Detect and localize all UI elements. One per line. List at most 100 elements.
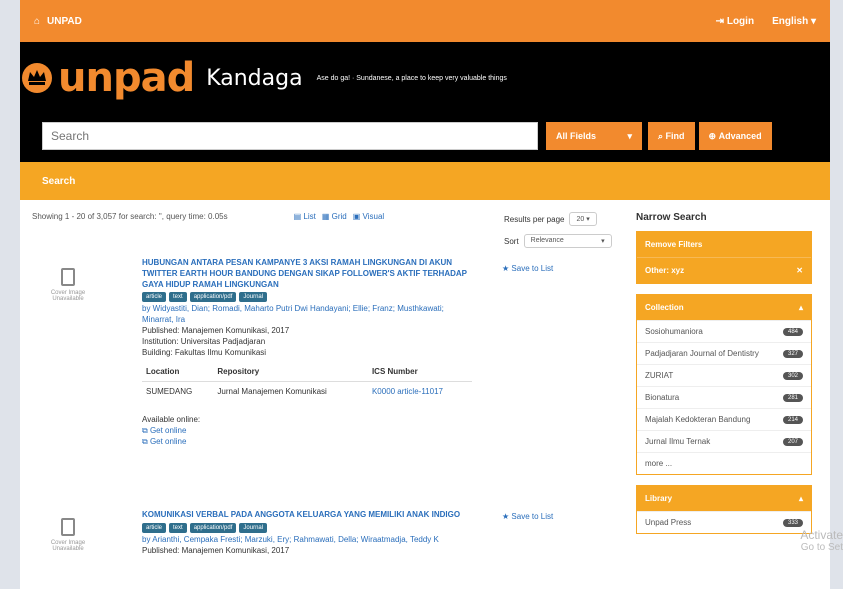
rpp-select[interactable]: 20 ▾ [569, 212, 597, 226]
published: Published: Manajemen Komunikasi, 2017 [142, 326, 290, 336]
find-button[interactable]: ⌕ Find [648, 122, 695, 150]
format-tag: Journal [239, 522, 268, 533]
institution: Institution: Universitas Padjadjaran [142, 336, 266, 346]
collection-facet-panel: Collection ▴ Sosiohumaniora 484 Padjadjara… [636, 294, 812, 475]
facet-item[interactable]: Sosiohumaniora 484 [637, 320, 811, 342]
rpp-value: 20 [576, 216, 585, 223]
panel-header[interactable]: Library ▴ [637, 486, 811, 511]
cover-thumbnail: Cover Image Unavailable [50, 268, 86, 302]
facet-item[interactable]: ZURIAT 302 [637, 364, 811, 386]
tagline: Ase do ga! · Sundanese, a place to keep … [316, 74, 507, 82]
format-tags: article text application/pdf Journal [142, 292, 472, 303]
holdings-table: Location Repository ICS Number SUMEDANG … [142, 364, 472, 403]
remove-filter-item[interactable]: Other: xyz ✕ [637, 257, 811, 283]
logo[interactable]: unpad Kandaga Ase do ga! · Sundanese, a … [20, 58, 507, 98]
save-label: Save to List [511, 512, 554, 521]
facet-count: 281 [782, 393, 803, 402]
advanced-label: Advanced [718, 131, 762, 141]
login-link[interactable]: ⇥ Login [716, 16, 754, 27]
result-body: HUBUNGAN ANTARA PESAN KAMPANYE 3 AKSI RA… [142, 258, 472, 447]
thumb-text: Cover Image Unavailable [50, 290, 86, 302]
format-tags: article text application/pdf Journal [142, 522, 472, 533]
facet-item[interactable]: Bionatura 281 [637, 386, 811, 408]
sort-select[interactable]: Relevance ▾ [523, 234, 612, 248]
get-online-link[interactable]: ⧉ Get online [142, 437, 472, 448]
facet-count: 333 [782, 518, 803, 527]
chevron-up-icon: ▴ [798, 303, 803, 312]
holdings-ics[interactable]: K0000 article-11017 [368, 382, 472, 403]
facet-label: Unpad Press [645, 518, 692, 527]
facet-item[interactable]: Unpad Press 333 [637, 511, 811, 533]
logo-text: unpad [58, 55, 195, 101]
panel-title: Library [645, 494, 673, 503]
results-controls: Results per page 20 ▾ Sort Relevance ▾ [504, 212, 612, 256]
get-online-link[interactable]: ⧉ Get online [142, 426, 472, 437]
holdings-header-ics: ICS Number [367, 364, 472, 383]
holdings-header-repository: Repository [213, 364, 368, 383]
remove-filters-panel: Remove Filters Other: xyz ✕ [636, 231, 812, 284]
view-visual-button[interactable]: ▣ Visual [353, 212, 384, 221]
watermark-line1: Activate [800, 528, 843, 542]
facet-count: 327 [782, 349, 803, 358]
advanced-search-button[interactable]: ⊕ Advanced [698, 122, 772, 150]
panel-title: Remove Filters [645, 240, 703, 249]
close-icon[interactable]: ✕ [796, 266, 803, 275]
holdings-header-location: Location [142, 364, 214, 383]
facet-count: 207 [782, 437, 803, 446]
panel-title: Collection [645, 303, 684, 312]
facet-label: Padjadjaran Journal of Dentistry [645, 349, 759, 358]
facet-label: Majalah Kedokteran Bandung [645, 415, 751, 424]
facet-item[interactable]: Majalah Kedokteran Bandung 214 [637, 408, 811, 430]
format-tag: article [142, 522, 167, 533]
authors[interactable]: by Arianthi, Cempaka Fresti; Marzuki, Er… [142, 535, 472, 546]
search-type-select[interactable]: All Fields ▾ [546, 122, 642, 150]
watermark-line2: Go to Set [800, 542, 843, 553]
format-tag: Journal [239, 292, 268, 303]
search-plus-icon: ⊕ [708, 130, 719, 141]
search-type-label: All Fields [556, 131, 597, 141]
home-icon: ⌂ [34, 15, 41, 27]
view-grid-button[interactable]: ▦ Grid [322, 212, 347, 221]
breadcrumb-item[interactable]: Search [42, 176, 75, 187]
facet-label: Jurnal Ilmu Ternak [645, 437, 711, 446]
search-input[interactable] [42, 122, 538, 150]
find-label: Find [665, 131, 685, 141]
results-area: Showing 1 - 20 of 3,057 for search: '', … [32, 212, 632, 555]
facet-count: 484 [782, 327, 803, 336]
save-to-list-button[interactable]: ★ Save to List [502, 264, 553, 273]
save-to-list-button[interactable]: ★ Save to List [502, 512, 553, 521]
library-facet-panel: Library ▴ Unpad Press 333 [636, 485, 812, 534]
view-list-button[interactable]: ▤ List [294, 212, 316, 221]
format-tag: text [169, 522, 187, 533]
home-label: UNPAD [47, 15, 82, 27]
results-summary: Showing 1 - 20 of 3,057 for search: '', … [32, 212, 228, 221]
sidebar-heading: Narrow Search [636, 212, 707, 223]
book-icon [61, 268, 75, 286]
filter-label: Other: xyz [645, 266, 685, 275]
facet-count: 214 [782, 415, 803, 424]
get-online-label: Get online [149, 425, 187, 435]
windows-activation-watermark: Activate Go to Set [800, 528, 843, 553]
cover-thumbnail: Cover Image Unavailable [50, 518, 86, 552]
building: Building: Fakultas Ilmu Komunikasi [142, 347, 267, 357]
result-title[interactable]: KOMUNIKASI VERBAL PADA ANGGOTA KELUARGA … [142, 510, 472, 521]
facet-count: 302 [782, 371, 803, 380]
language-dropdown[interactable]: English ▾ [772, 16, 816, 27]
facet-more-link[interactable]: more ... [637, 452, 811, 474]
facet-item[interactable]: Jurnal Ilmu Ternak 207 [637, 430, 811, 452]
home-link[interactable]: ⌂ UNPAD [34, 16, 82, 27]
narrow-search-sidebar: Narrow Search Remove Filters Other: xyz … [636, 212, 812, 544]
browser-page: ⌂ UNPAD ⇥ Login English ▾ unpad Kandaga … [20, 0, 830, 589]
result-body: KOMUNIKASI VERBAL PADA ANGGOTA KELUARGA … [142, 510, 472, 556]
published: Published: Manajemen Komunikasi, 2017 [142, 545, 290, 555]
format-tag: text [169, 292, 187, 303]
authors[interactable]: by Widyastiti, Dian; Romadi, Maharto Put… [142, 304, 472, 326]
result-title[interactable]: HUBUNGAN ANTARA PESAN KAMPANYE 3 AKSI RA… [142, 258, 472, 290]
chevron-down-icon: ▾ [627, 130, 632, 141]
facet-label: Sosiohumaniora [645, 327, 703, 336]
top-navbar: ⌂ UNPAD ⇥ Login English ▾ [20, 0, 830, 42]
panel-header[interactable]: Collection ▴ [637, 295, 811, 320]
format-tag: article [142, 292, 167, 303]
format-tag: application/pdf [189, 292, 237, 303]
facet-item[interactable]: Padjadjaran Journal of Dentistry 327 [637, 342, 811, 364]
